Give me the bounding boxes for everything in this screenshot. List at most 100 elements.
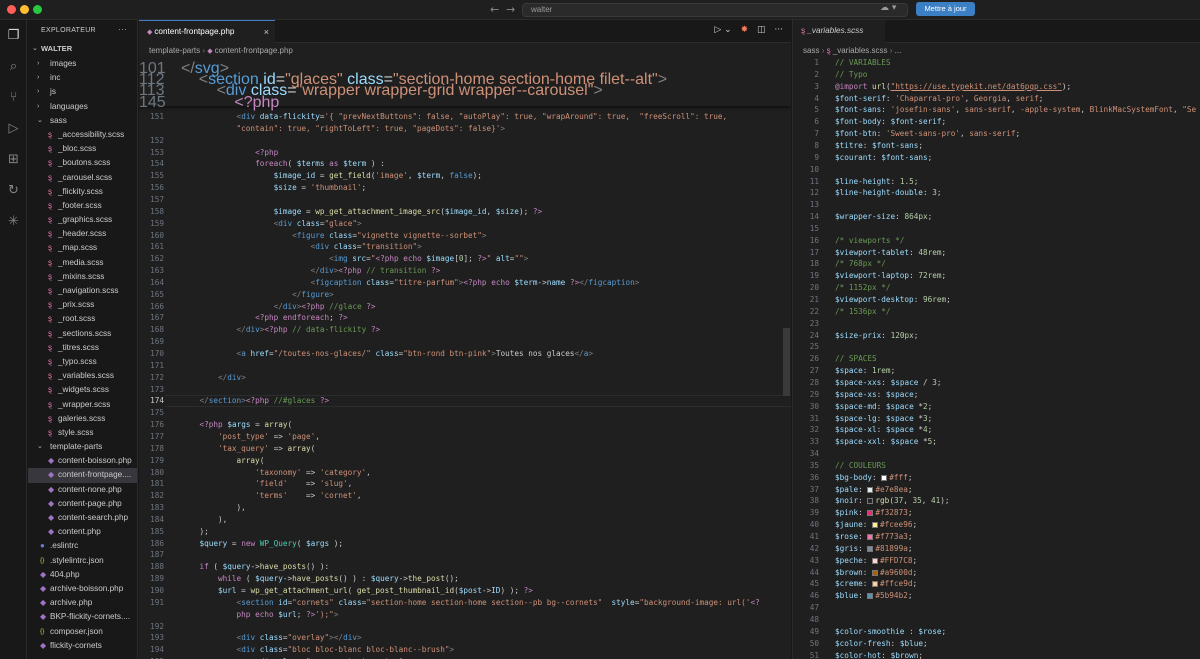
file-item[interactable]: {} .stylelintrc.json	[28, 554, 137, 568]
code-line[interactable]: </figure>	[181, 290, 334, 299]
code-line[interactable]: php echo $url; ?>');">	[181, 610, 339, 619]
code-line[interactable]: $bg-body: #fff;	[835, 473, 912, 482]
code-line[interactable]: /* 1536px */	[835, 307, 891, 316]
file-item[interactable]: ȿ _media.scss	[28, 256, 137, 270]
file-item[interactable]: ȿ _accessibility.scss	[28, 128, 137, 142]
command-center-search[interactable]: walter	[522, 3, 908, 17]
code-line[interactable]: $color-smoothie : $rose;	[835, 627, 946, 636]
code-line[interactable]: 'terms' => 'cornet',	[181, 491, 361, 500]
forward-arrow-icon[interactable]: →	[506, 3, 515, 16]
extensions-icon[interactable]: ⊞	[6, 152, 21, 167]
split-editor-icon[interactable]: ◫	[757, 25, 766, 35]
code-line[interactable]: $font-btn: 'Sweet-sans-pro', sans-serif;	[835, 129, 1020, 138]
folder-item[interactable]: ⌄ template-parts	[28, 440, 137, 454]
code-line[interactable]: $line-height: 1.5;	[835, 177, 918, 186]
code-line[interactable]: );	[181, 527, 209, 536]
code-line[interactable]: $viewport-tablet: 48rem;	[835, 248, 946, 257]
code-line[interactable]: <figcaption class="titre-parfum"><?php e…	[181, 278, 640, 287]
file-item[interactable]: ȿ _graphics.scss	[28, 213, 137, 227]
code-line[interactable]: 'post_type' => 'page',	[181, 432, 320, 441]
code-line[interactable]: <img src="<?php echo $image[0]; ?>" alt=…	[181, 254, 528, 263]
folder-item[interactable]: › js	[28, 85, 137, 99]
code-line[interactable]: if ( $query->have_posts() ):	[181, 562, 330, 571]
sticky-scroll[interactable]: 101 </svg> 112 <section id="glaces" class=…	[139, 60, 791, 111]
code-line[interactable]: $size-prix: 120px;	[835, 331, 918, 340]
code-line[interactable]: <div class="bloc bloc-blanc bloc-blanc--…	[181, 645, 455, 654]
code-line[interactable]: <div data-flickity='{ "prevNextButtons":…	[181, 112, 728, 121]
file-item[interactable]: {} composer.json	[28, 625, 137, 639]
code-line[interactable]: $jaune: #fcee96;	[835, 520, 917, 529]
code-line[interactable]: ),	[181, 503, 246, 512]
file-item[interactable]: ◆ flickity-cornets	[28, 639, 137, 653]
color-swatch[interactable]	[872, 557, 879, 564]
code-line[interactable]: 'tax_query' => array(	[181, 444, 315, 453]
breadcrumb-file[interactable]: _variables.scss	[833, 46, 888, 55]
file-item[interactable]: ȿ _root.scss	[28, 312, 137, 326]
breadcrumb-folder[interactable]: template-parts	[149, 46, 200, 55]
code-line[interactable]: $line-height-double: 3;	[835, 188, 941, 197]
file-item[interactable]: ȿ _variables.scss	[28, 369, 137, 383]
file-item[interactable]: ȿ _bloc.scss	[28, 142, 137, 156]
code-line[interactable]: <figure class="vignette vignette--sorbet…	[181, 231, 486, 240]
code-line[interactable]: </div><?php // data-flickity ?>	[181, 325, 381, 334]
code-line[interactable]: <div class="overlay"></div>	[181, 633, 362, 642]
code-line[interactable]: $courant: $font-sans;	[835, 153, 932, 162]
file-item[interactable]: ● .eslintrc	[28, 539, 137, 553]
update-button[interactable]: Mettre à jour	[916, 2, 975, 16]
run-debug-icon[interactable]: ▷	[6, 121, 21, 136]
file-item[interactable]: ◆ archive.php	[28, 596, 137, 610]
more-actions-icon[interactable]: ···	[118, 24, 127, 34]
code-line[interactable]: $creme: #ffce9d;	[835, 579, 917, 588]
color-swatch[interactable]	[872, 581, 879, 588]
code-line[interactable]: $query = new WP_Query( $args );	[181, 539, 344, 548]
code-line[interactable]: $pale: #e7e8ea;	[835, 485, 912, 494]
code-line[interactable]: "contain": true, "rightToLeft": true, "p…	[181, 124, 505, 133]
color-swatch[interactable]	[872, 522, 879, 529]
code-line[interactable]: while ( $query->have_posts() ) : $query-…	[181, 574, 459, 583]
explorer-icon[interactable]: ❐	[6, 28, 21, 43]
more-actions-icon[interactable]: ···	[774, 25, 783, 35]
code-line[interactable]: // COULEURS	[835, 461, 886, 470]
file-item[interactable]: ȿ _flickity.scss	[28, 185, 137, 199]
source-control-icon[interactable]: ⑂	[6, 90, 21, 105]
color-swatch[interactable]	[867, 545, 874, 552]
file-item[interactable]: ȿ galeries.scss	[28, 412, 137, 426]
code-line[interactable]: </div><?php //glace ?>	[181, 302, 376, 311]
code-line[interactable]: foreach( $terms as $term ) :	[181, 159, 385, 168]
file-item[interactable]: ȿ _footer.scss	[28, 199, 137, 213]
file-item[interactable]: ȿ _titres.scss	[28, 341, 137, 355]
code-line[interactable]: $space: 1rem;	[835, 366, 895, 375]
copilot-activity-icon[interactable]: ✳	[6, 214, 21, 229]
breadcrumb-file[interactable]: content-frontpage.php	[215, 46, 293, 55]
code-line[interactable]: <div class="transition">	[181, 242, 422, 251]
extension-action-icon[interactable]: ✸	[741, 25, 749, 35]
file-item[interactable]: ◆ archive-boisson.php	[28, 582, 137, 596]
code-line[interactable]: 'field' => 'slug',	[181, 479, 352, 488]
code-line[interactable]: <?php	[181, 148, 278, 157]
color-swatch[interactable]	[867, 498, 874, 505]
file-item[interactable]: ȿ _widgets.scss	[28, 383, 137, 397]
color-swatch[interactable]	[867, 510, 874, 517]
code-line[interactable]: $space-md: $space *2;	[835, 402, 932, 411]
code-line[interactable]: $font-serif: 'Chaparral-pro', Georgia, s…	[835, 94, 1043, 103]
file-item[interactable]: ◆ 404.php	[28, 568, 137, 582]
code-line[interactable]: $blue: #5b94b2;	[835, 591, 912, 600]
file-item[interactable]: ȿ _prix.scss	[28, 298, 137, 312]
color-swatch[interactable]	[867, 534, 874, 540]
file-item[interactable]: ȿ _boutons.scss	[28, 156, 137, 170]
close-window-button[interactable]	[7, 5, 16, 14]
code-line[interactable]: $font-sans: 'josefin-sans', sans-serif, …	[835, 105, 1196, 114]
file-item[interactable]: ȿ _mixins.scss	[28, 270, 137, 284]
file-item[interactable]: ◆ BKP-flickity-cornets....	[28, 610, 137, 624]
code-line[interactable]: <div class="glace">	[181, 219, 362, 228]
code-line[interactable]: $viewport-laptop: 72rem;	[835, 271, 946, 280]
code-line[interactable]: @import url("https://use.typekit.net/dat…	[835, 82, 1071, 91]
file-item[interactable]: ȿ _navigation.scss	[28, 284, 137, 298]
workspace-root[interactable]: ⌄ WALTER	[28, 42, 137, 56]
remote-icon[interactable]: ↻	[6, 183, 21, 198]
code-line[interactable]: $pink: #f32873;	[835, 508, 912, 517]
breadcrumb-folder[interactable]: sass	[803, 46, 819, 55]
code-line[interactable]: 'taxonomy' => 'category',	[181, 468, 371, 477]
code-line[interactable]: $space-lg: $space *3;	[835, 414, 932, 423]
run-icon[interactable]: ▷ ⌄	[714, 25, 731, 35]
